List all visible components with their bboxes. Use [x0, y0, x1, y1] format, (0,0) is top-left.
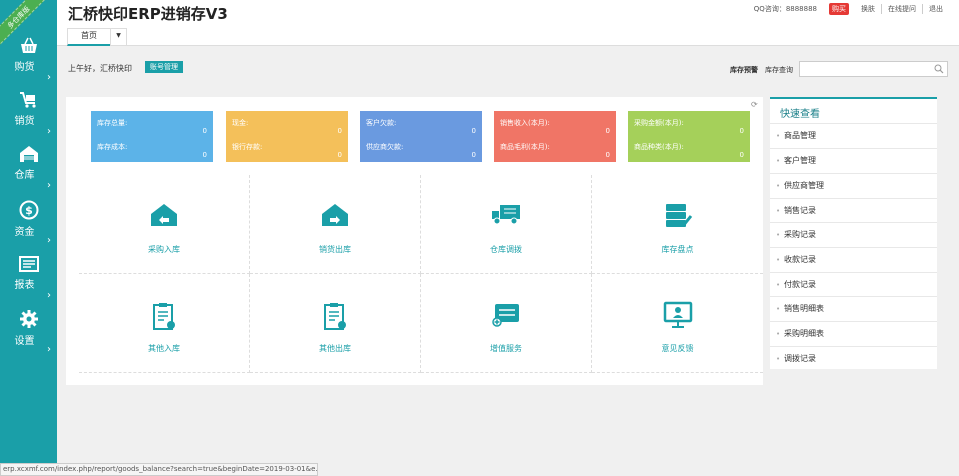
- shortcut-label: 库存盘点: [661, 245, 694, 254]
- stat-card-inventory: 库存总量: 0 库存成本: 0: [91, 111, 213, 162]
- stat-value: 0: [202, 127, 207, 135]
- basket-icon: [20, 37, 37, 53]
- search-icon[interactable]: [934, 64, 944, 74]
- warehouse-icon: [19, 146, 38, 162]
- stat-value: 0: [337, 127, 342, 135]
- other-in-icon: [153, 303, 175, 330]
- other-out-icon: [324, 303, 346, 330]
- quick-link-purchase-detail[interactable]: 采购明细表: [770, 321, 937, 346]
- sidebar-item-reports[interactable]: 报表 ›: [0, 255, 57, 305]
- buy-button[interactable]: 购买: [829, 3, 849, 15]
- svg-text:$: $: [25, 204, 33, 217]
- sidebar-item-settings[interactable]: 设置 ›: [0, 309, 57, 359]
- shortcut-purchase-in[interactable]: 采购入库: [79, 175, 250, 274]
- tab-home[interactable]: 首页: [67, 28, 111, 46]
- quick-view-title: 快速查看: [780, 109, 820, 120]
- sidebar-item-funds[interactable]: $ 资金 ›: [0, 200, 57, 250]
- greeting-text: 上午好，汇桥快印: [68, 64, 132, 73]
- gear-icon: [19, 310, 38, 328]
- shortcut-other-in[interactable]: 其他入库: [79, 274, 250, 373]
- stat-value: 0: [605, 151, 610, 159]
- quick-link-receipt-records[interactable]: 收款记录: [770, 247, 937, 272]
- shortcut-sales-out[interactable]: 销货出库: [250, 175, 421, 274]
- feedback-icon: [663, 301, 692, 328]
- skin-link[interactable]: 换肤: [855, 4, 881, 14]
- inventory-query-label: 库存查询: [765, 66, 793, 74]
- sidebar-item-purchase[interactable]: 购货 ›: [0, 37, 57, 87]
- quick-link-products[interactable]: 商品管理: [770, 123, 937, 148]
- chevron-right-icon: ›: [47, 126, 51, 137]
- inventory-search-input[interactable]: [799, 61, 948, 77]
- top-links: QQ咨询：8888888 购买 换肤 在线提问 退出: [748, 3, 949, 15]
- stat-card-sales: 销售收入(本月): 0 商品毛利(本月): 0: [494, 111, 616, 162]
- logout-link[interactable]: 退出: [922, 4, 949, 14]
- top-header: 汇桥快印ERP进销存V3 QQ咨询：8888888 购买 换肤 在线提问 退出 …: [57, 0, 959, 46]
- value-service-icon: [492, 304, 519, 327]
- sidebar-item-label: 报表: [14, 280, 35, 291]
- shortcut-label: 其他入库: [148, 344, 180, 353]
- quick-link-sales-detail[interactable]: 销售明细表: [770, 296, 937, 321]
- stat-value: 0: [202, 151, 207, 159]
- browser-status-url: erp.xcxmf.com/index.php/report/goods_bal…: [0, 463, 318, 476]
- stat-value: 0: [337, 151, 342, 159]
- chevron-right-icon: ›: [47, 344, 51, 355]
- qq-consult: QQ咨询：8888888: [753, 5, 817, 13]
- quick-link-payment-records[interactable]: 付款记录: [770, 272, 937, 297]
- shortcut-inventory-check[interactable]: 库存盘点: [592, 175, 763, 274]
- sidebar-item-sales[interactable]: 销货 ›: [0, 91, 57, 141]
- shortcut-other-out[interactable]: 其他出库: [250, 274, 421, 373]
- dollar-icon: $: [19, 200, 38, 220]
- chevron-right-icon: ›: [47, 72, 51, 83]
- chevron-down-icon: ▼: [116, 32, 121, 39]
- shortcut-label: 采购入库: [148, 245, 180, 254]
- truck-icon: [492, 205, 520, 225]
- quick-view-panel: 快速查看 商品管理 客户管理 供应商管理 销售记录 采购记录 收款记录 付款记录…: [770, 97, 937, 371]
- stat-card-purchase: 采购金额(本月): 0 商品种类(本月): 0: [628, 111, 750, 162]
- stat-card-cash: 现金: 0 银行存款: 0: [226, 111, 348, 162]
- sidebar-item-label: 销货: [14, 116, 35, 127]
- shortcut-label: 仓库调拨: [490, 245, 522, 254]
- shortcut-label: 销货出库: [319, 245, 351, 254]
- online-help-link[interactable]: 在线提问: [881, 4, 922, 14]
- quick-link-transfer-records[interactable]: 调拨记录: [770, 346, 937, 371]
- inventory-check-icon: [665, 204, 692, 227]
- sidebar-item-warehouse[interactable]: 仓库 ›: [0, 145, 57, 195]
- stat-value: 0: [471, 127, 476, 135]
- shortcut-value-service[interactable]: 增值服务: [421, 274, 592, 373]
- chevron-right-icon: ›: [47, 235, 51, 246]
- shortcut-label: 其他出库: [319, 344, 351, 353]
- shortcut-label: 增值服务: [490, 344, 522, 353]
- sales-out-icon: [322, 204, 348, 226]
- shortcut-label: 意见反馈: [661, 344, 694, 353]
- stat-value: 0: [471, 151, 476, 159]
- sidebar: 多仓库版 购货 › 销货 › 仓库 › $ 资金 › 报表 › 设置 ›: [0, 0, 57, 476]
- sidebar-item-label: 购货: [14, 62, 35, 73]
- quick-link-customers[interactable]: 客户管理: [770, 148, 937, 173]
- refresh-icon[interactable]: ⟳: [751, 100, 758, 109]
- tab-dropdown[interactable]: ▼: [110, 28, 127, 46]
- stat-value: 0: [739, 151, 744, 159]
- stat-value: 0: [739, 127, 744, 135]
- sidebar-item-label: 仓库: [14, 170, 35, 181]
- chevron-right-icon: ›: [47, 290, 51, 301]
- cart-icon: [19, 92, 36, 108]
- report-icon: [18, 256, 39, 272]
- quick-link-sales-records[interactable]: 销售记录: [770, 198, 937, 223]
- quick-link-suppliers[interactable]: 供应商管理: [770, 173, 937, 198]
- account-manage-button[interactable]: 账号管理: [145, 61, 183, 73]
- app-title: 汇桥快印ERP进销存V3: [68, 5, 228, 23]
- inventory-alert-link[interactable]: 库存预警: [730, 65, 758, 75]
- purchase-in-icon: [151, 204, 177, 226]
- quick-link-purchase-records[interactable]: 采购记录: [770, 222, 937, 247]
- stat-card-debts: 客户欠款: 0 供应商欠款: 0: [360, 111, 482, 162]
- shortcut-feedback[interactable]: 意见反馈: [592, 274, 763, 373]
- shortcut-warehouse-transfer[interactable]: 仓库调拨: [421, 175, 592, 274]
- chevron-right-icon: ›: [47, 180, 51, 191]
- stat-value: 0: [605, 127, 610, 135]
